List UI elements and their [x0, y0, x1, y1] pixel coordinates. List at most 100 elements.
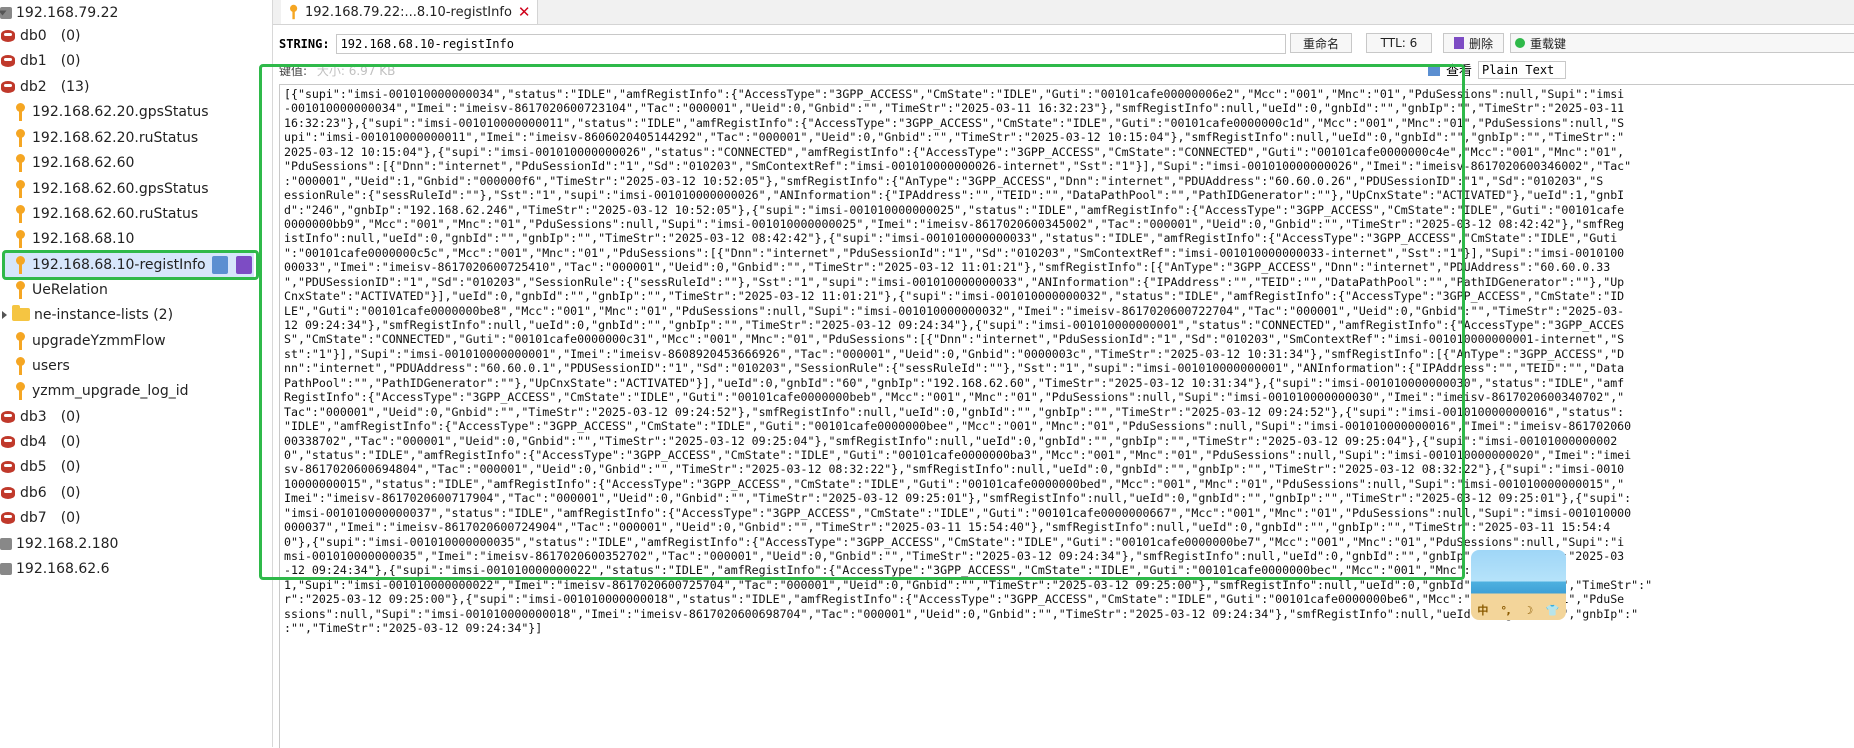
key-icon: [14, 381, 28, 400]
key-item[interactable]: 192.168.62.20.gpsStatus: [14, 99, 209, 124]
key-icon: [14, 229, 28, 248]
db-node-db4[interactable]: db4 (0): [0, 429, 81, 454]
tray-item[interactable]: °,: [1501, 604, 1511, 617]
tray-item[interactable]: 👕: [1546, 604, 1560, 617]
database-icon: [0, 53, 16, 69]
key-icon: [14, 153, 28, 172]
key-label: 192.168.62.60: [32, 154, 135, 171]
tab-registinfo[interactable]: 192.168.79.22:...8.10-registInfo ✕: [281, 0, 538, 24]
db-count: (0): [60, 27, 81, 44]
server-label: 192.168.62.6: [16, 560, 110, 577]
db-node-db5[interactable]: db5 (0): [0, 454, 81, 479]
database-icon: [0, 409, 16, 425]
key-name-field[interactable]: 192.168.68.10-registInfo: [335, 34, 1286, 54]
delete-button[interactable]: 删除: [1443, 33, 1504, 53]
ttl-button[interactable]: TTL: 6: [1366, 33, 1432, 53]
trash-icon: [1453, 37, 1464, 49]
key-label: 192.168.62.60.gpsStatus: [32, 180, 209, 197]
database-icon: [0, 510, 16, 526]
db-label: db6: [20, 484, 47, 501]
tray-item[interactable]: 中: [1477, 602, 1488, 618]
db-label: db3: [20, 408, 47, 425]
key-icon: [14, 204, 28, 223]
db-count: (0): [60, 408, 81, 425]
reload-label: 重载键: [1530, 36, 1567, 51]
key-label: 192.168.62.20.gpsStatus: [32, 103, 209, 120]
highlight-box-selected-key: [2, 250, 259, 280]
db-node-db1[interactable]: db1 (0): [0, 48, 81, 73]
collapse-arrow-icon[interactable]: [2, 311, 7, 319]
folder-item-ne-instance-lists[interactable]: ne-instance-lists (2): [0, 302, 173, 327]
folder-icon: [12, 305, 30, 321]
db-label: db0: [20, 27, 47, 44]
expand-arrow-icon[interactable]: [0, 10, 7, 16]
database-icon: [0, 79, 16, 95]
db-count: (0): [60, 484, 81, 501]
key-item[interactable]: 192.168.62.20.ruStatus: [14, 125, 198, 150]
server-icon: [0, 537, 12, 550]
key-icon: [14, 280, 28, 299]
server-node-192-168-62-6[interactable]: 192.168.62.6: [0, 556, 110, 581]
tray-bar: 中 °, ☽ 👕: [1471, 600, 1566, 620]
db-label: db5: [20, 458, 47, 475]
server-label: 192.168.2.180: [16, 535, 119, 552]
key-label: 192.168.62.60.ruStatus: [32, 205, 199, 222]
reload-icon: [1515, 38, 1525, 48]
reload-button[interactable]: 重载键: [1510, 33, 1854, 53]
db-label: db4: [20, 433, 47, 450]
key-tree-panel: 192.168.79.22 db0 (0) db1 (0) db2 (13) 1…: [0, 0, 273, 747]
server-label: 192.168.79.22: [16, 4, 119, 21]
key-item[interactable]: upgradeYzmmFlow: [14, 328, 166, 353]
close-icon[interactable]: ✕: [518, 3, 531, 21]
db-label: db2: [20, 78, 47, 95]
db-node-db7[interactable]: db7 (0): [0, 505, 81, 530]
key-label: yzmm_upgrade_log_id: [32, 382, 189, 399]
db-node-db6[interactable]: db6 (0): [0, 480, 81, 505]
key-label: UeRelation: [32, 281, 108, 298]
key-label: upgradeYzmmFlow: [32, 332, 166, 349]
db-count: (0): [60, 509, 81, 526]
db-count: (0): [60, 458, 81, 475]
db-node-db0[interactable]: db0 (0): [0, 23, 81, 48]
server-icon: [0, 562, 12, 575]
key-item[interactable]: yzmm_upgrade_log_id: [14, 378, 189, 403]
tray-item[interactable]: ☽: [1523, 604, 1533, 617]
db-count: (0): [60, 52, 81, 69]
key-item[interactable]: 192.168.62.60: [14, 150, 134, 175]
key-icon: [14, 356, 28, 375]
database-icon: [0, 459, 16, 475]
server-node-192-168-2-180[interactable]: 192.168.2.180: [0, 531, 118, 556]
database-icon: [0, 434, 16, 450]
key-label: 192.168.62.20.ruStatus: [32, 129, 199, 146]
view-mode-select[interactable]: Plain Text: [1478, 60, 1567, 79]
key-label: users: [32, 357, 70, 374]
key-info-row: STRING: 192.168.68.10-registInfo: [279, 32, 1286, 56]
desktop-tray-widget[interactable]: 中 °, ☽ 👕: [1471, 550, 1566, 620]
db-node-db3[interactable]: db3 (0): [0, 404, 81, 429]
key-type-label: STRING:: [279, 37, 330, 51]
key-item[interactable]: 192.168.68.10: [14, 226, 134, 251]
folder-label: ne-instance-lists (2): [34, 306, 174, 323]
tab-bar: 192.168.79.22:...8.10-registInfo ✕: [273, 0, 1854, 25]
database-icon: [0, 28, 16, 44]
key-icon: [14, 128, 28, 147]
db-node-db2[interactable]: db2 (13): [0, 74, 89, 99]
key-label: 192.168.68.10: [32, 230, 135, 247]
key-icon: [14, 179, 28, 198]
key-item[interactable]: 192.168.62.60.ruStatus: [14, 201, 198, 226]
key-icon: [14, 331, 28, 350]
highlight-box-value: [259, 64, 1465, 580]
server-node-192-168-79-22[interactable]: 192.168.79.22: [0, 0, 118, 25]
key-item[interactable]: UeRelation: [14, 277, 108, 302]
delete-label: 删除: [1468, 36, 1493, 51]
key-icon: [288, 4, 299, 20]
db-label: db7: [20, 509, 47, 526]
tab-title: 192.168.79.22:...8.10-registInfo: [305, 4, 512, 20]
key-item[interactable]: 192.168.62.60.gpsStatus: [14, 176, 209, 201]
rename-button[interactable]: 重命名: [1290, 33, 1352, 53]
db-count: (13): [60, 78, 90, 95]
key-item[interactable]: users: [14, 353, 70, 378]
key-icon: [14, 102, 28, 121]
db-count: (0): [60, 433, 81, 450]
db-label: db1: [20, 52, 47, 69]
